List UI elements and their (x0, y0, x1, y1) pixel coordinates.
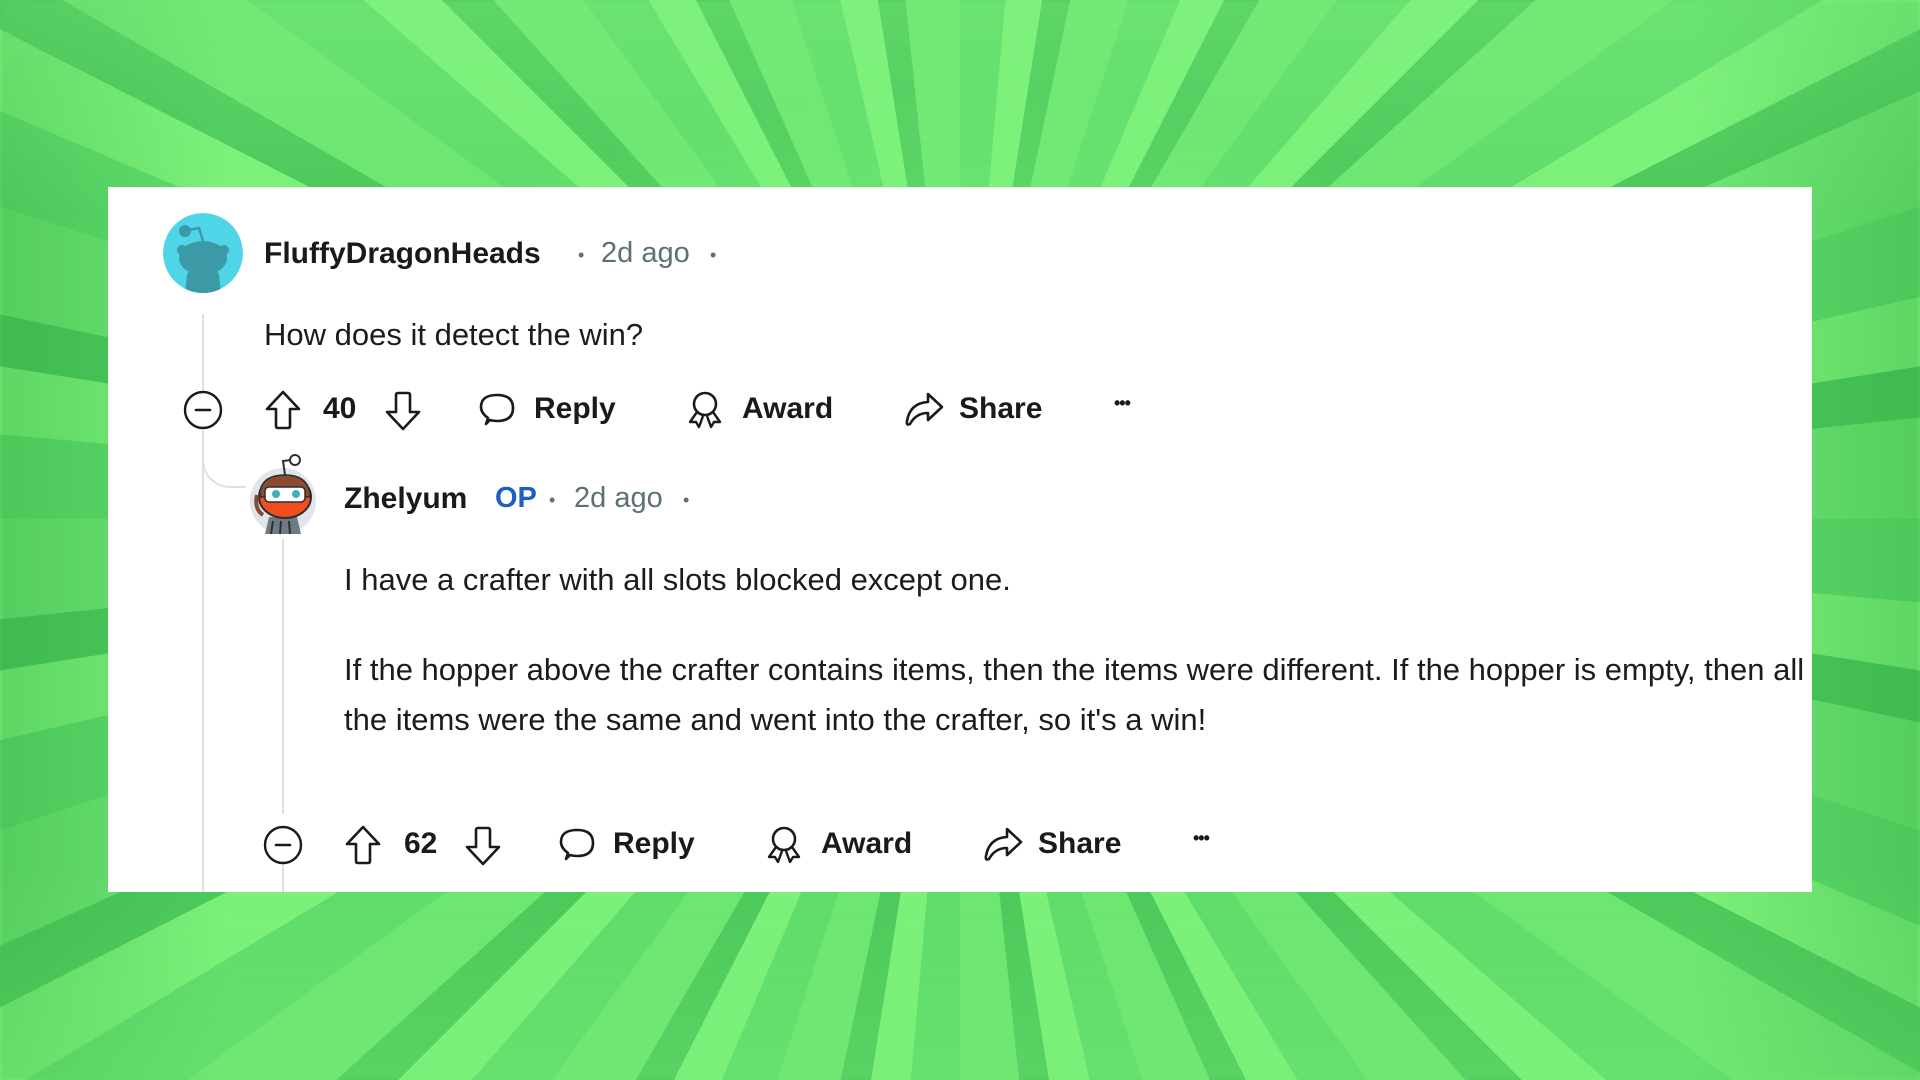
downvote-button[interactable] (384, 390, 422, 432)
more-options-button[interactable]: ••• (1193, 828, 1210, 849)
award-button[interactable] (686, 389, 724, 429)
thread-connector (202, 442, 246, 488)
comment-1-body: How does it detect the win? (264, 317, 644, 352)
award-label[interactable]: Award (821, 827, 912, 861)
share-button[interactable] (904, 391, 944, 427)
award-ribbon-icon (767, 826, 801, 864)
upvote-arrow-icon (265, 390, 301, 430)
thread-line-2[interactable] (282, 539, 284, 814)
more-options-button[interactable]: ••• (1114, 393, 1131, 414)
thread-line-1[interactable] (202, 314, 204, 394)
share-arrow-icon (905, 392, 944, 426)
comment-1-username[interactable]: FluffyDragonHeads (264, 237, 541, 271)
comment-2-timestamp[interactable]: 2d ago (574, 482, 663, 515)
share-arrow-icon (984, 827, 1023, 861)
comment-1-score: 40 (323, 392, 357, 425)
downvote-button[interactable] (464, 825, 502, 867)
comment-1-separator: • (578, 245, 585, 265)
reply-label[interactable]: Reply (534, 392, 616, 426)
award-label[interactable]: Award (742, 392, 833, 426)
share-label[interactable]: Share (959, 392, 1042, 426)
comment-thread-card: FluffyDragonHeads • 2d ago • How does it… (108, 187, 1812, 892)
collapse-minus-icon (183, 390, 223, 430)
collapse-thread-button[interactable] (183, 390, 223, 430)
snoo-avatar-icon (250, 454, 316, 535)
op-badge: OP (495, 482, 537, 514)
snoo-avatar-icon (163, 213, 243, 293)
comment-2-separator: • (549, 490, 556, 510)
thread-line-2-lower[interactable] (282, 864, 284, 892)
award-button[interactable] (765, 824, 803, 864)
avatar-zhelyum[interactable] (247, 451, 319, 535)
collapse-thread-button[interactable] (263, 825, 303, 865)
comment-2-score: 62 (404, 827, 438, 860)
comment-1-separator-2: • (710, 245, 717, 265)
downvote-arrow-icon (465, 826, 501, 866)
comment-2-body-paragraph-1: I have a crafter with all slots blocked … (344, 562, 1011, 597)
collapse-minus-icon (263, 825, 303, 865)
upvote-button[interactable] (264, 389, 302, 431)
upvote-arrow-icon (345, 825, 381, 865)
reply-label[interactable]: Reply (613, 827, 695, 861)
award-ribbon-icon (688, 391, 722, 429)
comment-2-separator-2: • (683, 490, 690, 510)
upvote-button[interactable] (344, 824, 382, 866)
comment-2-username[interactable]: Zhelyum (344, 482, 467, 516)
reply-button[interactable] (558, 826, 596, 864)
avatar-fluffydragonheads[interactable] (163, 213, 243, 293)
reply-bubble-icon (559, 828, 595, 861)
reply-button[interactable] (478, 391, 516, 429)
share-label[interactable]: Share (1038, 827, 1121, 861)
reply-bubble-icon (479, 393, 515, 426)
share-button[interactable] (983, 826, 1023, 862)
comment-1-timestamp[interactable]: 2d ago (601, 237, 690, 270)
downvote-arrow-icon (385, 391, 421, 431)
comment-2-body-paragraph-2: If the hopper above the crafter contains… (344, 652, 1805, 737)
thread-line-1-lower[interactable] (202, 430, 204, 892)
